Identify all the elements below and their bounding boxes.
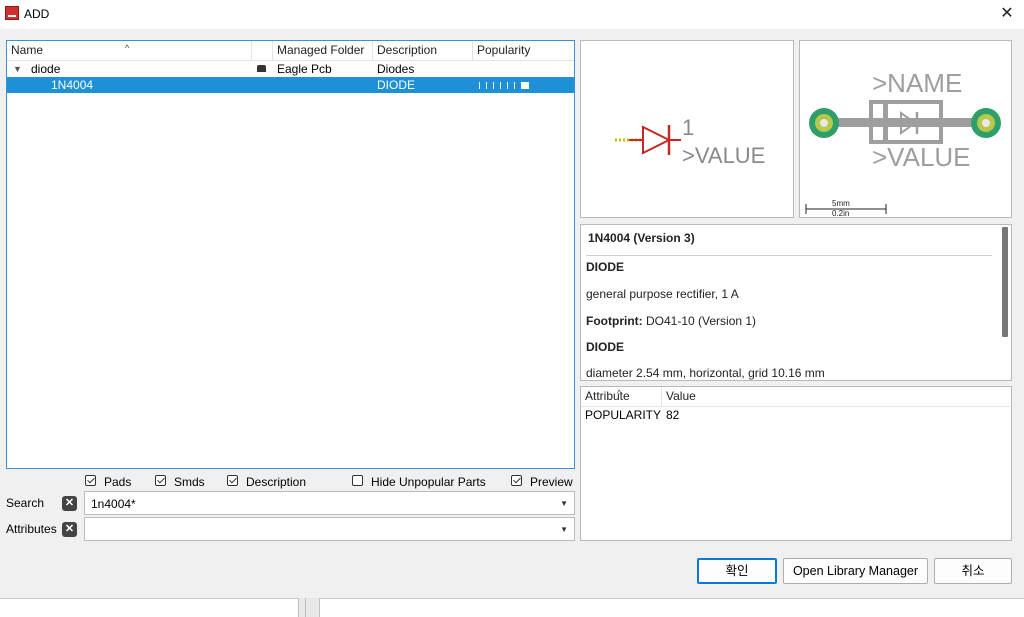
row-name: 1N4004 [51, 78, 94, 92]
scale-in-label: 0.2in [832, 209, 850, 218]
title-bar: ADD ✕ [0, 0, 1024, 29]
checkbox-checked-icon [85, 475, 96, 486]
description-text: general purpose rectifier, 1 A [586, 287, 739, 301]
column-header-name[interactable]: Name ^ [7, 41, 252, 60]
sort-ascending-icon: ^ [125, 43, 130, 53]
popularity-bar [479, 82, 529, 98]
footprint-name-text: >NAME [872, 68, 963, 98]
symbol-value-text: >VALUE [682, 143, 766, 168]
description-title: 1N4004 (Version 3) [588, 231, 695, 245]
package-text: diameter 2.54 mm, horizontal, grid 10.16… [586, 366, 825, 380]
parts-list[interactable]: Name ^ Managed Folder Description Popula… [6, 40, 575, 469]
column-header-attribute[interactable]: Attribute ^ [581, 387, 662, 406]
description-panel: 1N4004 (Version 3) DIODE general purpose… [580, 224, 1012, 381]
description-heading: DIODE [586, 260, 625, 274]
expand-triangle-icon[interactable]: ▼ [13, 61, 22, 77]
attributes-input[interactable]: ▼ [84, 517, 575, 541]
sort-ascending-icon: ^ [617, 388, 622, 398]
column-header-managed-folder[interactable]: Managed Folder [273, 41, 373, 60]
symbol-pin-number: 1 [682, 115, 695, 140]
cancel-button[interactable]: 취소 [934, 558, 1012, 584]
table-row[interactable]: POPULARITY 82 [581, 407, 1010, 423]
checkbox-checked-icon [155, 475, 166, 486]
footprint-preview: >NAME >VALUE 5mm 0.2in [799, 40, 1012, 218]
parts-list-header: Name ^ Managed Folder Description Popula… [7, 41, 574, 61]
footprint-link[interactable]: DO41-10 (Version 1) [646, 314, 756, 328]
add-dialog: ADD ✕ Name ^ Managed Folder Description … [0, 0, 1024, 599]
search-label: Search [6, 496, 45, 510]
checkbox-checked-icon [511, 475, 522, 486]
lock-icon [257, 65, 266, 72]
attributes-label: Attributes [6, 522, 57, 536]
ok-button[interactable]: 확인 [697, 558, 777, 584]
column-header-popularity[interactable]: Popularity [473, 41, 574, 60]
scale-mm-label: 5mm [832, 199, 850, 208]
attribute-table-header: Attribute ^ Value [581, 387, 1010, 407]
chevron-down-icon[interactable]: ▼ [560, 499, 568, 508]
clear-search-icon[interactable]: ✕ [62, 496, 77, 511]
attribute-table[interactable]: Attribute ^ Value POPULARITY 82 [580, 386, 1012, 541]
table-row-library-diode[interactable]: ▼ diode Eagle Pcb Diodes [7, 61, 574, 77]
column-header-description[interactable]: Description [373, 41, 473, 60]
package-heading: DIODE [586, 340, 625, 354]
clear-attributes-icon[interactable]: ✕ [62, 522, 77, 537]
footprint-line: Footprint: DO41-10 (Version 1) [586, 314, 756, 328]
open-library-manager-button[interactable]: Open Library Manager [783, 558, 928, 584]
close-icon[interactable]: ✕ [996, 3, 1018, 25]
chevron-down-icon[interactable]: ▼ [560, 525, 568, 534]
divider [586, 255, 992, 256]
column-header-value[interactable]: Value [662, 387, 1010, 406]
row-managed-folder: Eagle Pcb [277, 62, 332, 76]
footprint-value-text: >VALUE [872, 142, 971, 172]
column-header-lock[interactable] [252, 41, 273, 60]
attribute-value: 82 [666, 408, 680, 422]
app-icon [5, 6, 19, 20]
row-name: diode [31, 62, 61, 76]
background-window-fragment [298, 598, 320, 617]
row-description: Diodes [377, 62, 415, 76]
vertical-scrollbar[interactable] [1002, 227, 1008, 337]
table-row-device-1n4004[interactable]: 1N4004 DIODE [7, 77, 574, 93]
checkbox-checked-icon [227, 475, 238, 486]
search-input[interactable]: 1n4004* ▼ [84, 491, 575, 515]
row-description: DIODE [377, 78, 416, 92]
symbol-preview: 1 >VALUE [580, 40, 794, 218]
attribute-name: POPULARITY [585, 408, 662, 422]
footprint-label: Footprint: [586, 314, 643, 328]
window-title: ADD [24, 7, 50, 21]
checkbox-unchecked-icon [352, 475, 363, 486]
